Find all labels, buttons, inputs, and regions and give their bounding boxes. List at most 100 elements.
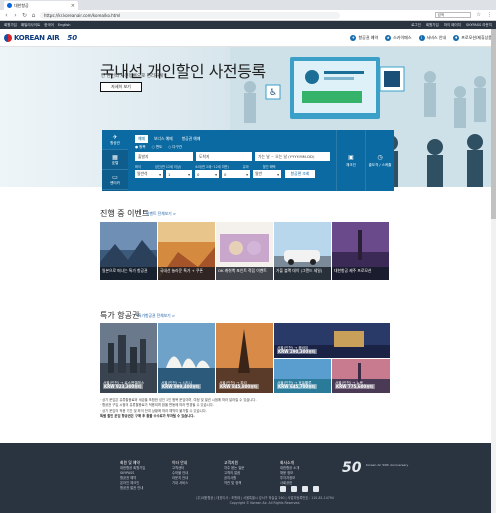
seat-class-select[interactable]: 일반석 ▾ — [135, 170, 163, 178]
company-info: (주)대한항공 | 대표이사 : 조원태 | 서울특별시 강서구 하늘길 260… — [120, 496, 410, 506]
svg-text:♿: ♿ — [269, 88, 277, 98]
adult-select[interactable]: 1 ▾ — [166, 170, 192, 178]
util-link-1[interactable]: 패밀리사이트 — [21, 23, 40, 28]
scrollbar-thumb[interactable] — [491, 29, 496, 219]
arrival-input[interactable]: 도착지 — [196, 152, 252, 161]
child-select[interactable]: 0 ▾ — [195, 170, 219, 178]
discount-select[interactable]: 일반 ▾ — [253, 170, 281, 178]
login-link[interactable]: 로그인 — [411, 23, 421, 28]
checkin-button[interactable]: ▣ 체크인 — [336, 130, 365, 191]
radio-oneway[interactable]: ○ 편도 — [152, 145, 163, 150]
footer-link[interactable]: 항공권 발권 안내 — [120, 486, 145, 491]
side-tab-car[interactable]: ▭ 렌터카 — [102, 170, 128, 190]
fare-card[interactable]: 서울(인천) → 호놀룰루 KRW 645,700부터 — [274, 359, 331, 393]
util-link-2[interactable]: 한국어 — [44, 23, 54, 28]
select-value: 0 — [224, 171, 227, 177]
tab-booking[interactable]: 예매 — [135, 135, 148, 143]
korean-air-logo[interactable]: KOREAN AIR — [4, 33, 60, 42]
checkin-icon: ▣ — [348, 153, 354, 161]
fare-card[interactable]: 서울(인천) → 파리 KRW 845,800부터 — [216, 323, 273, 393]
forward-icon[interactable]: › — [13, 12, 18, 19]
youtube-icon[interactable] — [302, 486, 308, 492]
fare-card[interactable]: 서울(인천) → 뉴욕 KRW 775,600부터 — [332, 359, 390, 393]
tab-ticket[interactable]: 항공권 예매 — [179, 135, 204, 143]
fare-card[interactable]: 서울(인천) → 로스앤젤레스 KRW 923,300부터 — [100, 323, 157, 393]
browser-tab[interactable]: 대한항공 × — [4, 1, 78, 10]
fare-price: KRW 290,300부터 — [277, 348, 317, 354]
menu-service[interactable]: i 서비스 안내 — [418, 34, 446, 41]
twitter-icon[interactable] — [291, 486, 297, 492]
footer-link[interactable]: 기내 서비스 — [172, 481, 188, 486]
footer-link[interactable]: 약관 및 정책 — [224, 481, 244, 486]
infant-select[interactable]: 0 ▾ — [222, 170, 250, 178]
menu-promotion[interactable]: ♦ 프로모션/제휴상품 — [453, 34, 492, 41]
skypass-lounge-link[interactable]: SKYPASS 라운지 — [466, 23, 492, 28]
hero-subtitle: 단 한번의 사전등록으로 편리하게! — [101, 74, 166, 79]
page-scrollbar[interactable] — [491, 29, 496, 513]
radio-roundtrip[interactable]: ● 왕복 — [135, 145, 146, 150]
booking-side-tabs: ✈ 항공권 ▦ 호텔 ▭ 렌터카 — [102, 130, 128, 191]
footer-col-title: 회사소개 — [280, 460, 294, 465]
info-icon: i — [418, 34, 425, 41]
side-tab-flight[interactable]: ✈ 항공권 — [102, 130, 128, 150]
plane-icon: ✈ — [350, 34, 357, 41]
fare-info: 서울(인천) → 호놀룰루 KRW 645,700부터 — [277, 381, 317, 389]
home-icon[interactable]: ⌂ — [31, 12, 36, 19]
favicon-icon — [7, 3, 12, 8]
event-caption: 일본으로 떠나는 특가 항공권 — [100, 267, 157, 280]
url-field[interactable]: https://kr.koreanair.com/korea/ko.html — [40, 11, 340, 19]
select-value: 일반석 — [137, 171, 148, 176]
booking-tabs: 예매 보너스 예매 항공권 예매 — [135, 135, 203, 143]
menu-skypass[interactable]: ★ 스카이패스 — [385, 34, 412, 41]
date-input[interactable]: 가는 날 ~ 오는 날 (YYYY.MM.DD) — [255, 152, 330, 161]
event-card[interactable]: 일본으로 떠나는 특가 항공권 — [100, 222, 157, 280]
fares-more-link[interactable]: 특가항공권 전체보기 > — [138, 313, 175, 319]
browser-search-field[interactable]: 검색 — [434, 12, 471, 18]
radio-label: 다구간 — [172, 145, 183, 149]
reload-icon[interactable]: ↻ — [22, 12, 27, 19]
facebook-icon[interactable] — [280, 486, 286, 492]
tab-bonus[interactable]: 보너스 예매 — [151, 135, 176, 143]
menu-label: 프로모션/제휴상품 — [461, 34, 492, 40]
footer-col-info: 이타 안내 고객센터 수하물 안내 라운지 안내 기내 서비스 — [172, 460, 188, 486]
anniversary-mark: 50 — [67, 33, 78, 42]
util-link-0[interactable]: 회원가입 — [4, 23, 17, 28]
close-tab-icon[interactable]: × — [71, 3, 75, 9]
fare-price: KRW 923,300부터 — [103, 383, 143, 389]
instagram-icon[interactable] — [313, 486, 319, 492]
car-icon: ▭ — [112, 173, 118, 181]
address-bar: ‹ › ↻ ⌂ https://kr.koreanair.com/korea/k… — [0, 10, 496, 21]
star-icon[interactable]: ☆ — [477, 12, 481, 18]
event-card[interactable]: 대한항공 제주 프로모션 — [332, 222, 389, 280]
note-line: 특별 할인 운임 항공권은 구매 후 환불 수수료가 부과될 수 있습니다. — [100, 413, 195, 418]
util-link-3[interactable]: English — [58, 23, 71, 27]
events-more-link[interactable]: 이벤트 전체보기 > — [146, 211, 176, 217]
schedule-button[interactable]: ◷ 출도착 / 스케줄 — [365, 130, 394, 191]
event-caption: 가을 블랙 데이 (그랜드 세일) — [274, 267, 331, 280]
side-tab-hotel[interactable]: ▦ 호텔 — [102, 150, 128, 170]
chevron-down-icon: ▾ — [277, 171, 279, 177]
flight-search-button[interactable]: 항공편 조회 — [285, 170, 315, 178]
fare-card[interactable]: 서울(인천) → 시드니 KRW 999,400부터 — [158, 323, 215, 393]
event-card[interactable]: 가을 블랙 데이 (그랜드 세일) — [274, 222, 331, 280]
back-icon[interactable]: ‹ — [4, 12, 9, 19]
event-card[interactable]: 국내선 놀라운 특가 + 쿠폰 — [158, 222, 215, 280]
event-card[interactable]: OK 캐쉬백 포인트 적립 이벤트 — [216, 222, 273, 280]
footer-col-title: 회원 및 예약 — [120, 460, 140, 465]
side-tab-label: 호텔 — [111, 160, 119, 165]
departure-input[interactable]: 출발지 — [135, 152, 193, 161]
fares-title: 특가 항공권 — [100, 311, 140, 320]
fare-price: KRW 999,400부터 — [161, 383, 201, 389]
menu-label: 스카이패스 — [393, 34, 412, 40]
menu-icon[interactable]: ⋮ — [487, 12, 492, 18]
mypage-link[interactable]: 마이 페이지 — [444, 23, 461, 28]
footer-col-support: 고객지원 자주 묻는 질문 고객의 말씀 공지사항 약관 및 정책 — [224, 460, 244, 486]
menu-booking[interactable]: ✈ 항공권 예약 — [350, 34, 378, 41]
label-discount: 할인 혜택 — [262, 165, 276, 169]
hero-detail-button[interactable]: 자세히 보기 — [100, 82, 142, 92]
signup-link[interactable]: 회원가입 — [426, 23, 439, 28]
fare-card[interactable]: 서울(인천) → 뭄바이 KRW 290,300부터 — [274, 323, 390, 358]
radio-multi[interactable]: ○ 다구간 — [168, 145, 182, 150]
event-caption: 대한항공 제주 프로모션 — [332, 267, 389, 280]
events-title: 진행 중 이벤트 — [100, 209, 150, 218]
